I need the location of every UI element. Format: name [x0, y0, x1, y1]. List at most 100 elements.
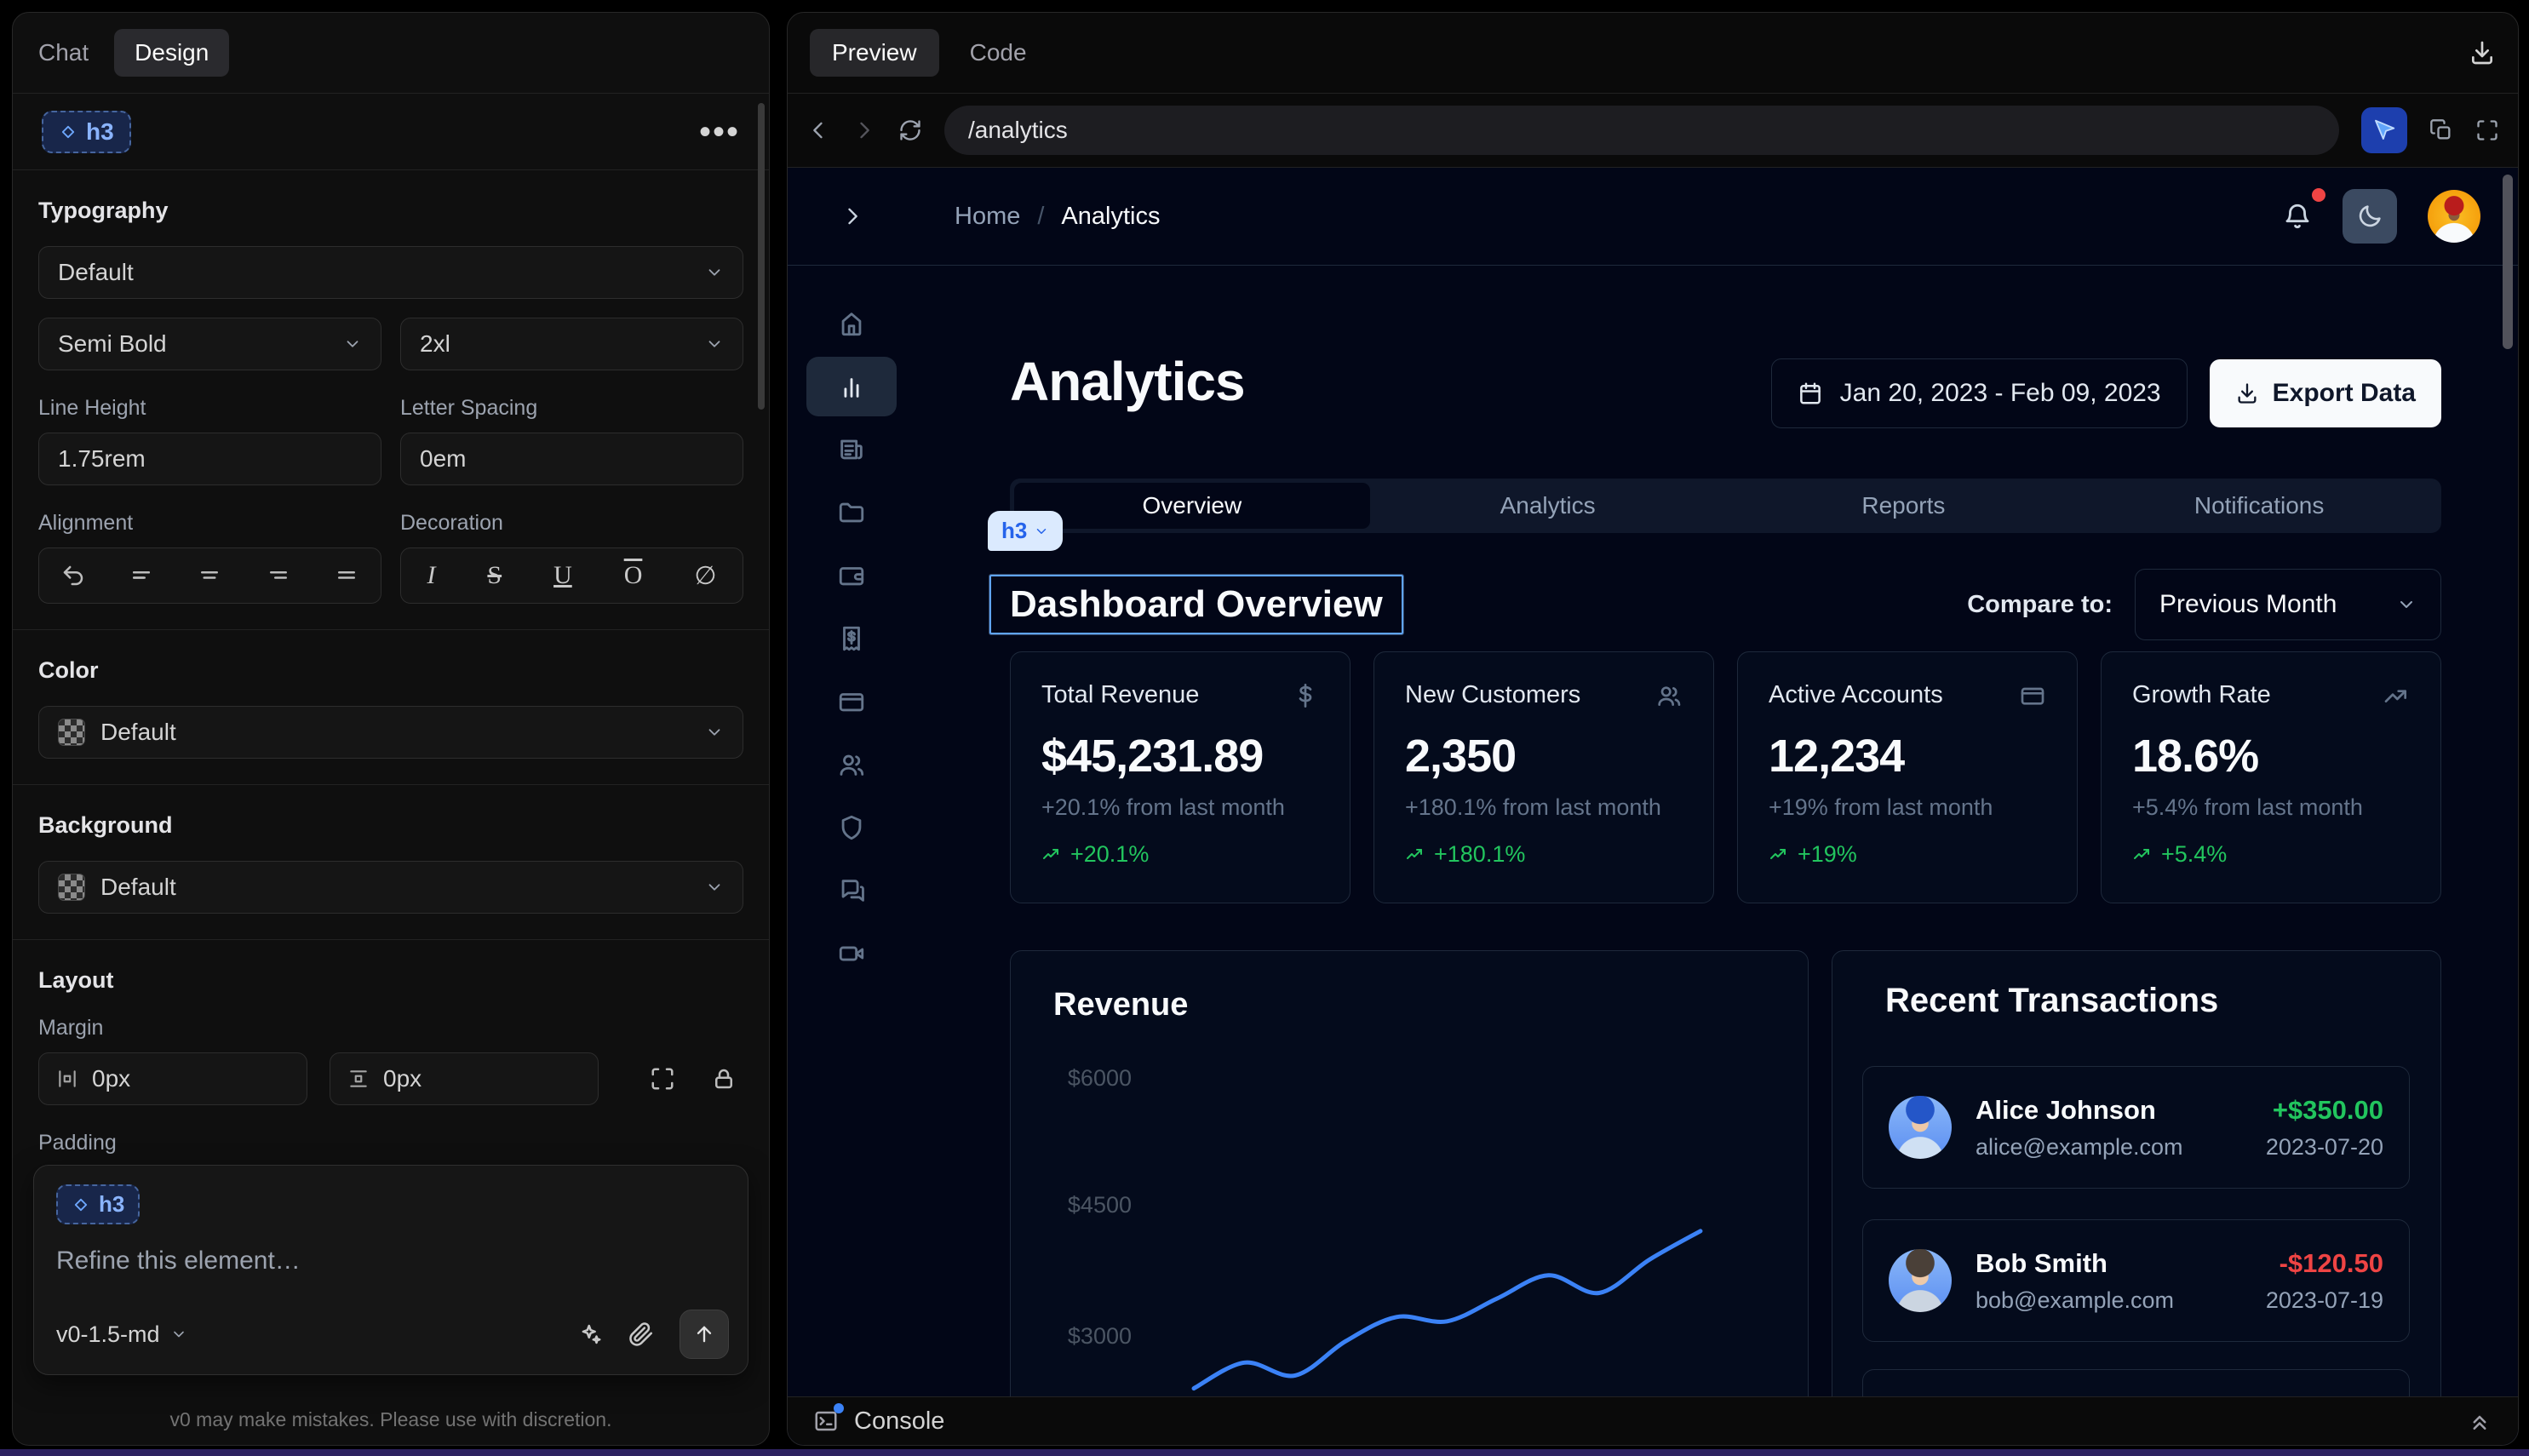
dollar-icon — [1292, 682, 1319, 709]
tab-preview[interactable]: Preview — [810, 29, 939, 77]
background-value: Default — [100, 874, 176, 901]
transaction-amount: -$120.50 — [2266, 1248, 2383, 1279]
chat-element-chip[interactable]: h3 — [56, 1184, 140, 1224]
tab-code[interactable]: Code — [970, 39, 1027, 66]
sidebar-item-analytics[interactable] — [788, 355, 915, 418]
app-header: Home / Analytics — [788, 168, 2518, 266]
margin-x-input[interactable]: 0px — [38, 1052, 307, 1105]
url-input[interactable]: /analytics — [944, 106, 2339, 155]
paperclip-icon[interactable] — [628, 1321, 654, 1347]
more-options-icon[interactable]: ••• — [699, 123, 740, 140]
margin-label: Margin — [38, 1016, 743, 1040]
selected-element-chip[interactable]: h3 — [42, 111, 131, 153]
sidebar-item-invoices[interactable] — [788, 418, 915, 481]
font-weight-value: Semi Bold — [58, 330, 167, 358]
align-right-icon[interactable] — [266, 563, 291, 588]
align-justify-icon[interactable] — [334, 563, 359, 588]
tab-chat[interactable]: Chat — [38, 39, 89, 66]
undo-icon[interactable] — [60, 563, 86, 588]
fullscreen-icon[interactable] — [2475, 118, 2499, 142]
trend-up-icon — [1769, 845, 1789, 865]
font-family-select[interactable]: Default — [38, 246, 743, 299]
chat-chip-label: h3 — [99, 1191, 124, 1218]
left-panel-scrollbar[interactable] — [758, 103, 765, 410]
background-section: Background Default — [13, 785, 769, 940]
breadcrumb-home[interactable]: Home — [955, 203, 1020, 231]
send-button[interactable] — [680, 1310, 729, 1359]
underline-icon[interactable]: U — [553, 561, 572, 590]
line-height-input[interactable]: 1.75rem — [38, 433, 381, 485]
sidebar-item-video[interactable] — [788, 922, 915, 985]
chevron-down-icon — [2396, 594, 2417, 615]
letter-spacing-input[interactable]: 0em — [400, 433, 743, 485]
export-data-button[interactable]: Export Data — [2210, 359, 2441, 427]
italic-icon[interactable]: I — [427, 561, 435, 590]
stat-subtext: +19% from last month — [1769, 794, 2046, 821]
font-size-select[interactable]: 2xl — [400, 318, 743, 370]
sidebar-toggle-icon[interactable] — [840, 204, 864, 228]
tab-overview[interactable]: Overview — [1014, 483, 1370, 529]
stat-subtext: +180.1% from last month — [1405, 794, 1683, 821]
stat-badge: +19% — [1798, 841, 1857, 868]
transaction-row[interactable]: Alice Johnson alice@example.com +$350.00… — [1862, 1066, 2410, 1189]
chevron-down-icon — [1034, 524, 1049, 539]
element-tag-chip[interactable]: h3 — [988, 511, 1063, 551]
tab-reports[interactable]: Reports — [1726, 483, 2082, 529]
refresh-icon[interactable] — [898, 118, 922, 142]
date-range-button[interactable]: Jan 20, 2023 - Feb 09, 2023 — [1771, 358, 2188, 428]
overline-icon[interactable]: O — [624, 561, 643, 590]
avatar — [1889, 1249, 1952, 1312]
console-bar[interactable]: Console — [788, 1396, 2518, 1445]
breadcrumb: Home / Analytics — [955, 203, 1160, 231]
forward-icon[interactable] — [852, 118, 876, 142]
tab-analytics[interactable]: Analytics — [1370, 483, 1726, 529]
expand-icon[interactable] — [650, 1066, 675, 1092]
stat-cards: Total Revenue $45,231.89 +20.1% from las… — [1010, 651, 2441, 903]
back-icon[interactable] — [806, 118, 830, 142]
model-selector[interactable]: v0-1.5-md — [56, 1321, 187, 1348]
margin-y-value: 0px — [383, 1065, 422, 1092]
align-left-icon[interactable] — [129, 563, 154, 588]
sidebar-item-wallet[interactable] — [788, 544, 915, 607]
selected-heading[interactable]: Dashboard Overview — [989, 575, 1403, 634]
stat-card-active-accounts[interactable]: Active Accounts 12,234 +19% from last mo… — [1737, 651, 2078, 903]
wallet-icon — [837, 561, 866, 590]
font-weight-select[interactable]: Semi Bold — [38, 318, 381, 370]
lock-icon[interactable] — [711, 1066, 737, 1092]
compare-select[interactable]: Previous Month — [2135, 569, 2441, 640]
transaction-date: 2023-07-19 — [2266, 1287, 2383, 1314]
sidebar-item-customers[interactable] — [788, 733, 915, 796]
breadcrumb-current: Analytics — [1061, 203, 1160, 231]
tab-notifications[interactable]: Notifications — [2081, 483, 2437, 529]
chevrons-up-icon[interactable] — [2467, 1408, 2492, 1434]
margin-y-icon — [347, 1068, 370, 1090]
sidebar-item-messages[interactable] — [788, 859, 915, 922]
avatar — [1889, 1096, 1952, 1159]
sidebar-item-cards[interactable] — [788, 670, 915, 733]
sidebar-item-security[interactable] — [788, 796, 915, 859]
copy-icon[interactable] — [2429, 118, 2453, 142]
user-avatar[interactable] — [2428, 190, 2480, 243]
preview-scrollbar[interactable] — [2503, 175, 2513, 349]
stat-card-total-revenue[interactable]: Total Revenue $45,231.89 +20.1% from las… — [1010, 651, 1351, 903]
sparkles-icon[interactable] — [577, 1321, 603, 1347]
stat-card-growth-rate[interactable]: Growth Rate 18.6% +5.4% from last month … — [2101, 651, 2441, 903]
shield-icon — [837, 813, 866, 842]
sidebar-item-receipts[interactable] — [788, 607, 915, 670]
align-center-icon[interactable] — [197, 563, 222, 588]
refine-input[interactable]: Refine this element… — [56, 1247, 725, 1275]
transaction-row[interactable]: Bob Smith bob@example.com -$120.50 2023-… — [1862, 1219, 2410, 1342]
sidebar-item-files[interactable] — [788, 481, 915, 544]
download-icon[interactable] — [2469, 39, 2496, 66]
tab-design[interactable]: Design — [114, 29, 229, 77]
theme-toggle-button[interactable] — [2343, 189, 2397, 244]
color-select[interactable]: Default — [38, 706, 743, 759]
stat-card-new-customers[interactable]: New Customers 2,350 +180.1% from last mo… — [1373, 651, 1714, 903]
background-select[interactable]: Default — [38, 861, 743, 914]
notifications-bell-icon[interactable] — [2283, 202, 2312, 231]
sidebar-item-home[interactable] — [788, 292, 915, 355]
margin-y-input[interactable]: 0px — [330, 1052, 599, 1105]
no-decoration-icon[interactable]: ∅ — [694, 561, 716, 591]
inspect-cursor-button[interactable] — [2361, 107, 2407, 153]
strikethrough-icon[interactable]: S — [487, 561, 502, 590]
